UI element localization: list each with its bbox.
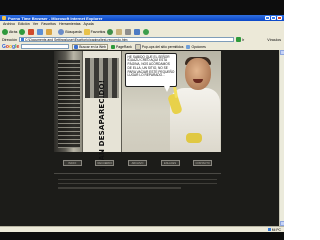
close-button[interactable] [277,16,282,20]
pagerank-label: PageRank [115,44,132,49]
back-button[interactable]: Atrás [2,28,18,35]
history-button[interactable] [107,28,114,35]
printer-icon [125,28,132,35]
page-icon [20,38,24,41]
ie-icon [2,16,6,20]
menu-edicion[interactable]: Edición [18,22,30,26]
forward-arrow-icon [19,28,26,35]
poster-title: ¡HAN DESAPARECIDO! [88,80,116,170]
favorites-label: Favoritos [90,29,106,34]
footer-text-block [54,176,221,202]
popup-icon [134,43,141,50]
character-glove-right [186,133,202,143]
refresh-button[interactable] [37,28,44,35]
back-arrow-icon [2,28,8,35]
menu-ayuda[interactable]: Ayuda [84,22,94,26]
mail-icon [116,28,123,35]
links-button[interactable]: Vínculos [267,38,281,42]
vertical-scrollbar[interactable] [279,50,284,226]
speech-bubble: He sabido que el señor Iguazú creó aquí … [125,53,177,87]
favorites-button[interactable]: Favoritos [83,28,106,35]
mail-button[interactable] [116,28,123,35]
search-label: Búsqueda [65,29,82,34]
options-label: Opciones [191,44,206,49]
star-icon [83,28,90,35]
go-arrow-icon [235,37,241,42]
screen: Pueno Time Browser - Microsoft Internet … [0,0,284,240]
footer-line [58,187,181,189]
menu-favoritos[interactable]: Favoritos [41,22,56,26]
nav-button-contacto[interactable]: CONTACTO [193,160,213,166]
popup-label: Pop-ups del sitio permitidos [141,44,184,49]
maximize-button[interactable] [271,16,276,20]
flash-nav: INICIO RECUERDO ARCHIVO ENLACES CONTACTO [54,157,221,169]
popup-blocker[interactable]: Pop-ups del sitio permitidos [134,43,184,50]
options-button[interactable]: Opciones [186,44,206,49]
menu-herramientas[interactable]: Herramientas [59,22,81,26]
nav-button-recuerdo[interactable]: RECUERDO [95,160,115,166]
bottom-black-band [0,232,284,240]
address-input[interactable]: C:\Documents and Settings\user\Escritori… [18,37,234,42]
address-bar: Dirección C:\Documents and Settings\user… [0,36,284,43]
menu-ver[interactable]: Ver [33,22,38,26]
search-web-button[interactable]: Buscar en la Web [72,43,108,50]
history-icon [107,28,114,35]
menu-archivo[interactable]: Archivo [3,22,15,26]
nav-button-inicio[interactable]: INICIO [62,160,82,166]
character-head [185,58,211,90]
go-button[interactable]: Ir [235,37,245,42]
options-icon [186,44,191,49]
speech-bubble-tail [164,86,170,92]
address-label: Dirección [2,37,17,42]
security-zone: Mi PC [267,227,281,232]
pagerank-indicator[interactable]: PageRank [110,44,132,49]
zone-label: Mi PC [271,227,281,232]
stop-button[interactable] [28,28,35,35]
print-button[interactable] [125,28,132,35]
search-button[interactable]: Búsqueda [58,28,82,35]
nav-button-enlaces[interactable]: ENLACES [160,160,180,166]
address-url: C:\Documents and Settings\user\Escritori… [24,37,128,42]
scroll-up-arrow-icon[interactable] [280,50,284,55]
back-label: Atrás [9,29,18,34]
search-web-label: Buscar en la Web [79,44,106,49]
google-search-input[interactable] [21,44,70,49]
top-black-band [0,0,284,15]
divider [54,173,221,174]
footer-line [58,183,217,185]
search-web-icon [74,44,79,49]
stop-icon [28,28,35,35]
speech-text: He sabido que el señor Iguazú creó aquí … [127,54,175,78]
go-label: Ir [241,37,245,42]
home-icon [46,28,53,35]
messenger-icon [143,28,150,35]
search-icon [58,28,65,35]
nav-button-archivo[interactable]: ARCHIVO [127,160,147,166]
window-title: Pueno Time Browser - Microsoft Internet … [8,15,103,21]
edit-icon [134,28,141,35]
home-button[interactable] [46,28,53,35]
footer-line [58,179,217,181]
edit-button[interactable] [134,28,141,35]
refresh-icon [37,28,44,35]
computer-icon [267,228,271,231]
google-logo[interactable]: Google [2,44,19,50]
window-grill [58,60,80,148]
messenger-button[interactable] [143,28,150,35]
minimize-button[interactable] [265,16,270,20]
pagerank-icon [110,44,115,49]
forward-button[interactable] [19,28,26,35]
